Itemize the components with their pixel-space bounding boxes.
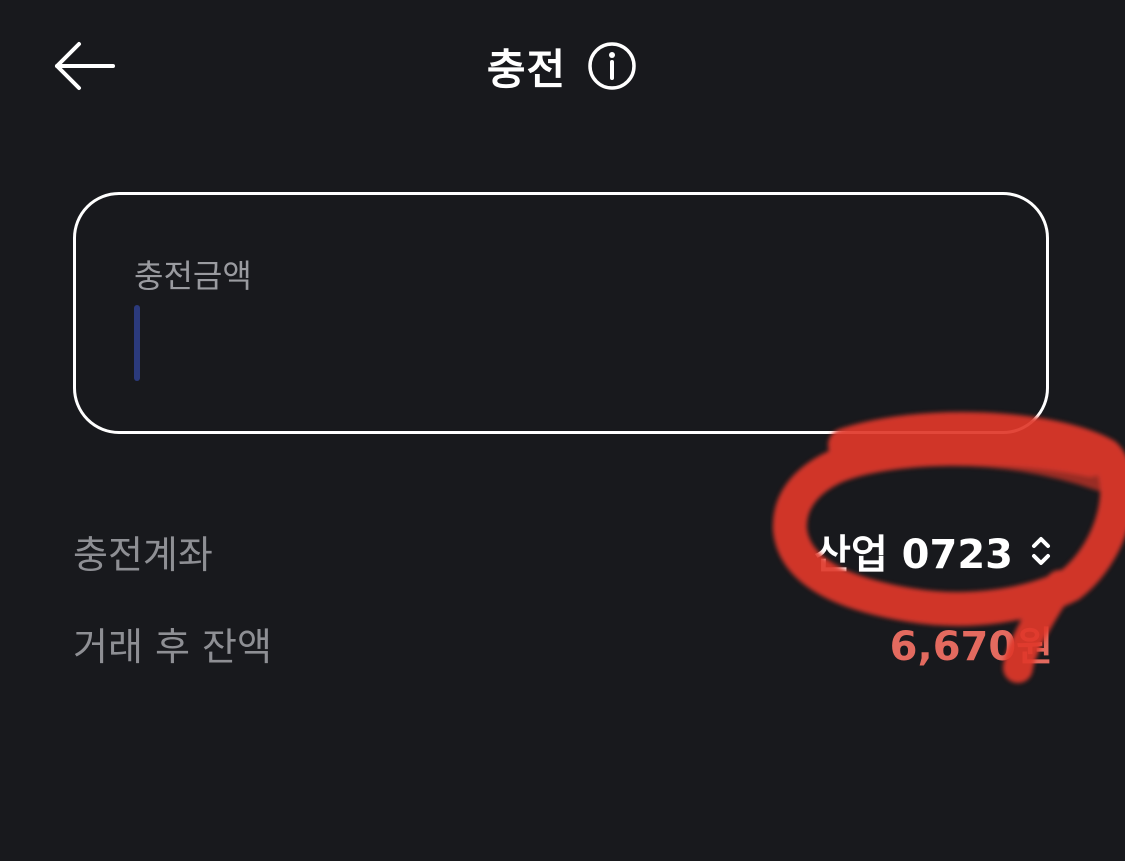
balance-label: 거래 후 잔액 <box>73 624 272 669</box>
charge-screen: 충전 충전금액 충전계좌 산업 0723 거래 후 잔액 6,670원 <box>0 0 1125 861</box>
account-row: 충전계좌 산업 0723 <box>73 520 1053 582</box>
page-title: 충전 <box>486 44 567 94</box>
header: 충전 <box>0 36 1125 96</box>
text-caret <box>134 305 140 381</box>
info-circle-icon <box>588 42 636 90</box>
balance-row: 거래 후 잔액 6,670원 <box>73 612 1053 674</box>
account-selector[interactable]: 산업 0723 <box>814 522 1053 580</box>
amount-field[interactable]: 충전금액 <box>73 192 1049 434</box>
account-label: 충전계좌 <box>73 532 213 577</box>
info-button[interactable] <box>586 40 638 92</box>
balance-value: 6,670원 <box>889 624 1053 670</box>
chevron-up-down-icon <box>1032 537 1050 565</box>
amount-input[interactable] <box>132 301 982 381</box>
account-value: 산업 0723 <box>814 532 1013 578</box>
amount-label: 충전금액 <box>134 257 252 295</box>
